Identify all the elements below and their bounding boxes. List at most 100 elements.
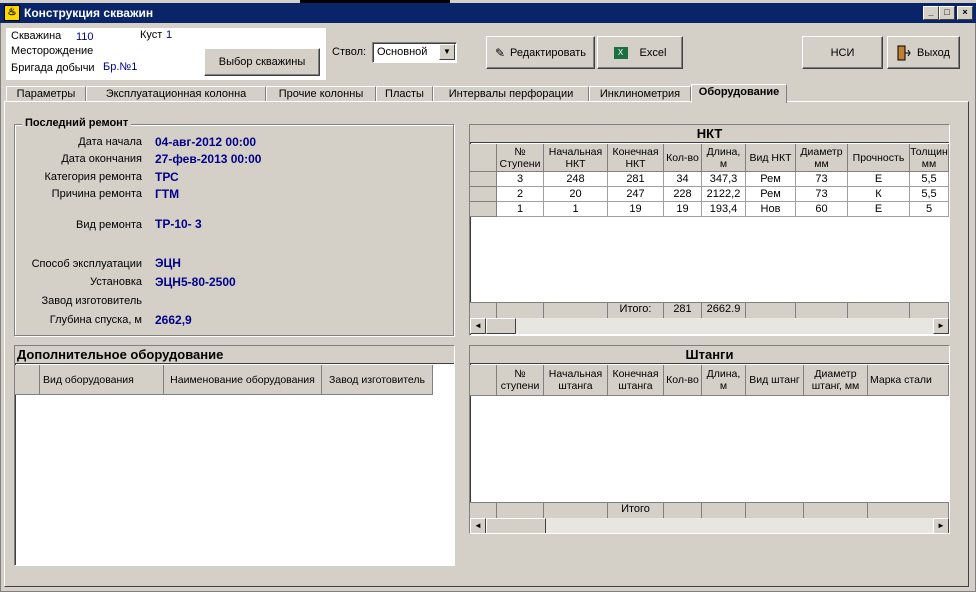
select-well-button[interactable]: Выбор скважины <box>204 48 320 76</box>
column-header[interactable]: Завод изготовитель <box>322 365 433 395</box>
table-cell[interactable]: Е <box>848 172 910 187</box>
table-cell[interactable]: Рем <box>746 187 796 202</box>
nsi-button[interactable]: НСИ <box>802 36 883 69</box>
scroll-left-icon[interactable]: ◄ <box>470 318 486 334</box>
column-header[interactable]: Марка стали <box>868 365 949 396</box>
row-indicator[interactable] <box>470 202 497 217</box>
table-cell[interactable]: 60 <box>796 202 848 217</box>
trunk-select[interactable]: Основной ▼ <box>372 42 457 63</box>
footer-total-length: 2662.9 <box>702 302 746 318</box>
bush-label: Куст <box>140 29 163 41</box>
table-cell[interactable]: 2122,2 <box>702 187 746 202</box>
tab-layers[interactable]: Пласты <box>376 86 433 102</box>
table-cell[interactable]: 5,5 <box>910 172 949 187</box>
row-indicator-header <box>15 365 40 395</box>
column-header[interactable]: Кол-во <box>664 365 702 396</box>
rods-horizontal-scrollbar[interactable]: ◄ ► <box>470 518 949 533</box>
table-cell[interactable]: 34 <box>664 172 702 187</box>
table-cell[interactable]: 248 <box>544 172 608 187</box>
close-button[interactable]: × <box>957 6 973 20</box>
tab-inclinometry[interactable]: Инклинометрия <box>589 86 691 102</box>
select-well-label: Выбор скважины <box>218 56 306 68</box>
excel-button[interactable]: X Excel <box>597 36 683 69</box>
column-header[interactable]: Длина, м <box>702 365 746 396</box>
exit-button[interactable]: Выход <box>887 36 960 69</box>
window-title: Конструкция скважин <box>24 6 154 20</box>
table-cell[interactable]: 19 <box>664 202 702 217</box>
extra-equipment-grid[interactable]: Дополнительное оборудование Вид оборудов… <box>14 345 455 566</box>
scroll-thumb[interactable] <box>486 318 516 334</box>
table-cell[interactable]: Рем <box>746 172 796 187</box>
table-cell[interactable]: 3 <box>497 172 544 187</box>
column-header-label: Кол-во <box>666 151 699 164</box>
column-header[interactable]: Вид оборудования <box>40 365 164 395</box>
table-cell[interactable]: 193,4 <box>702 202 746 217</box>
table-cell[interactable]: 228 <box>664 187 702 202</box>
excel-label: Excel <box>639 46 667 59</box>
table-cell[interactable]: 73 <box>796 172 848 187</box>
column-header[interactable]: Наименование оборудования <box>164 365 322 395</box>
table-cell[interactable]: 73 <box>796 187 848 202</box>
tab-production-casing[interactable]: Эксплуатационная колонна <box>86 86 266 102</box>
chevron-down-icon[interactable]: ▼ <box>439 44 455 60</box>
column-header[interactable]: Вид штанг <box>746 365 804 396</box>
column-header[interactable]: Прочность <box>848 144 910 172</box>
row-indicator[interactable] <box>470 172 497 187</box>
table-cell[interactable]: 5,5 <box>910 187 949 202</box>
trunk-label: Ствол: <box>332 46 367 58</box>
column-header-label: Марка стали <box>870 374 932 386</box>
tab-perforation[interactable]: Интервалы перфорации <box>433 86 589 102</box>
scroll-thumb[interactable] <box>486 518 546 533</box>
column-header[interactable]: Толщин мм <box>910 144 949 172</box>
column-header[interactable]: № Ступени <box>497 144 544 172</box>
table-cell[interactable]: 281 <box>608 172 664 187</box>
footer-cell <box>848 302 910 318</box>
rods-grid[interactable]: Штанги № ступени Начальная штанга Конечн… <box>469 345 950 534</box>
table-cell[interactable]: 2 <box>497 187 544 202</box>
row-indicator[interactable] <box>470 187 497 202</box>
trunk-value: Основной <box>377 46 428 58</box>
minimize-button[interactable]: _ <box>923 6 939 20</box>
column-header[interactable]: Начальная НКТ <box>544 144 608 172</box>
tab-other-casings[interactable]: Прочие колонны <box>266 86 376 102</box>
scroll-right-icon[interactable]: ► <box>933 318 949 334</box>
exit-door-icon <box>897 45 911 61</box>
table-cell[interactable]: 247 <box>608 187 664 202</box>
table-cell[interactable]: Нов <box>746 202 796 217</box>
column-header[interactable]: Длина, м <box>702 144 746 172</box>
column-header[interactable]: Диаметр мм <box>796 144 848 172</box>
tab-label: Прочие колонны <box>278 88 364 100</box>
column-header[interactable]: Вид НКТ <box>746 144 796 172</box>
table-cell[interactable]: 5 <box>910 202 949 217</box>
repair-field-label: Глубина спуска, м <box>49 314 142 326</box>
table-cell[interactable]: К <box>848 187 910 202</box>
edit-button[interactable]: ✎ Редактировать <box>486 36 595 69</box>
repair-field-label: Дата окончания <box>61 153 142 165</box>
footer-cell <box>544 302 608 318</box>
column-header[interactable]: Диаметр штанг, мм <box>804 365 868 396</box>
tab-equipment[interactable]: Оборудование <box>691 84 787 103</box>
table-cell[interactable]: 1 <box>497 202 544 217</box>
column-header[interactable]: Конечная НКТ <box>608 144 664 172</box>
repair-field-value: ГТМ <box>155 187 180 201</box>
column-header[interactable]: № ступени <box>497 365 544 396</box>
footer-cell <box>497 502 544 518</box>
table-cell[interactable]: 347,3 <box>702 172 746 187</box>
repair-field-value: 04-авг-2012 00:00 <box>155 135 257 149</box>
minimize-icon: _ <box>928 7 934 17</box>
tab-label: Пласты <box>385 88 424 100</box>
scroll-left-icon[interactable]: ◄ <box>470 518 486 533</box>
tab-parameters[interactable]: Параметры <box>6 86 86 102</box>
table-cell[interactable]: 19 <box>608 202 664 217</box>
column-header[interactable]: Конечная штанга <box>608 365 664 396</box>
maximize-button[interactable]: □ <box>939 6 955 20</box>
nkt-grid[interactable]: НКТ № Ступени Начальная НКТ Конечная НКТ… <box>469 124 950 336</box>
excel-icon: X <box>613 46 628 59</box>
table-cell[interactable]: Е <box>848 202 910 217</box>
table-cell[interactable]: 20 <box>544 187 608 202</box>
column-header[interactable]: Кол-во <box>664 144 702 172</box>
nkt-horizontal-scrollbar[interactable]: ◄ ► <box>470 318 949 334</box>
scroll-right-icon[interactable]: ► <box>933 518 949 533</box>
column-header[interactable]: Начальная штанга <box>544 365 608 396</box>
table-cell[interactable]: 1 <box>544 202 608 217</box>
